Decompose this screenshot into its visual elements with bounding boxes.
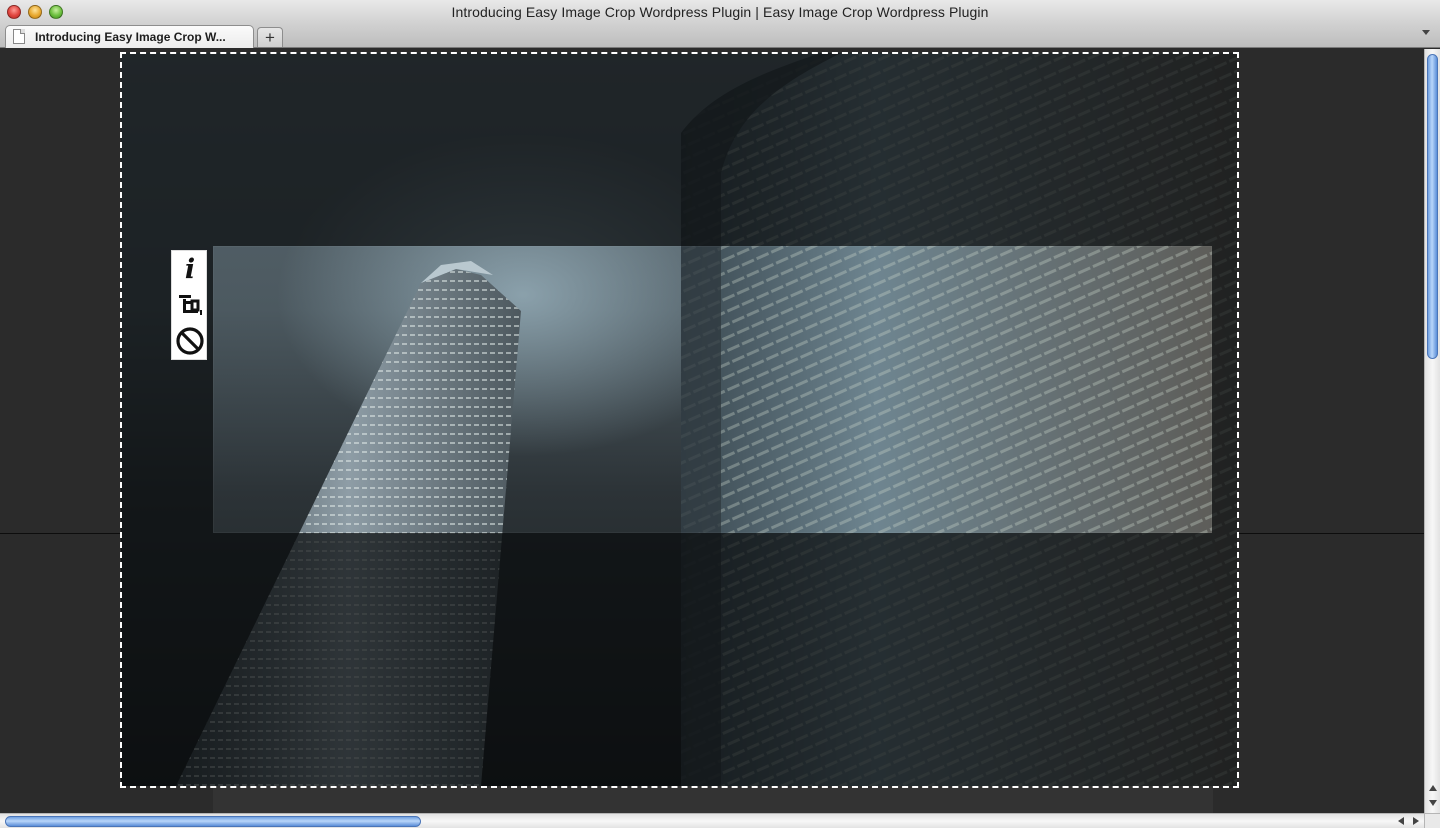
tab-list-chevron-icon[interactable] [1422,30,1430,35]
cancel-icon [176,327,204,355]
crop-boundary-frame[interactable] [120,52,1239,788]
window-title: Introducing Easy Image Crop Wordpress Pl… [451,4,989,20]
horizontal-scrollbar[interactable] [0,813,1424,828]
scroll-down-arrow-icon[interactable] [1429,800,1437,806]
new-tab-button[interactable]: + [257,27,283,47]
cancel-button[interactable] [174,325,206,357]
crop-toolbar: i [171,250,207,360]
info-button[interactable]: i [174,253,206,285]
page-content-strip [213,786,1213,813]
page-icon [13,29,25,44]
page-viewport: i [0,49,1424,813]
info-icon: i [184,253,196,285]
scrollbar-corner [1424,813,1440,828]
scroll-up-arrow-icon[interactable] [1429,785,1437,791]
browser-tab-active[interactable]: Introducing Easy Image Crop W... [5,25,254,48]
scroll-left-arrow-icon[interactable] [1398,817,1404,825]
scroll-right-arrow-icon[interactable] [1413,817,1419,825]
vertical-scroll-thumb[interactable] [1427,54,1438,359]
tab-label: Introducing Easy Image Crop W... [35,30,226,44]
crop-button[interactable] [174,289,206,321]
crop-icon [179,295,202,315]
window-titlebar: Introducing Easy Image Crop Wordpress Pl… [0,0,1440,48]
vertical-scrollbar[interactable] [1424,49,1440,813]
horizontal-scroll-thumb[interactable] [5,816,421,827]
